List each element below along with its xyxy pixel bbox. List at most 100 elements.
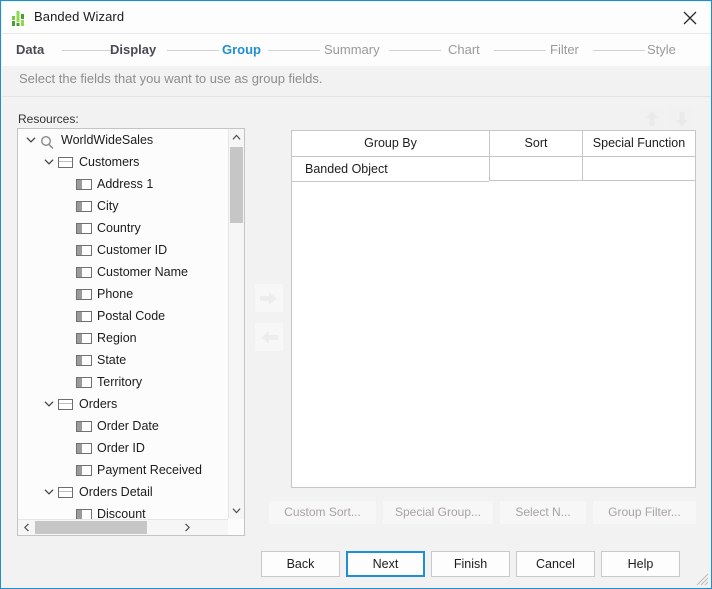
field-icon [76, 179, 92, 190]
tree-item-label: Customer Name [97, 261, 188, 283]
group-by-grid[interactable]: Group By Sort Special Function Banded Ob… [291, 130, 696, 488]
cell-group-by[interactable]: Banded Object [292, 157, 489, 181]
step-group[interactable]: Group [222, 42, 261, 57]
tree-item-country[interactable]: Country [18, 217, 229, 239]
tree-item-region[interactable]: Region [18, 327, 229, 349]
tree-item-label: Order Date [97, 415, 159, 437]
field-icon [76, 289, 92, 300]
step-display[interactable]: Display [110, 42, 156, 57]
next-button[interactable]: Next [346, 551, 425, 577]
column-header-special-function[interactable]: Special Function [582, 131, 695, 156]
tree-item-label: Customers [79, 151, 139, 173]
tree-item-postal-code[interactable]: Postal Code [18, 305, 229, 327]
tree-item-order-id[interactable]: Order ID [18, 437, 229, 459]
tree-item-label: State [97, 349, 126, 371]
back-button[interactable]: Back [261, 551, 340, 577]
chevron-down-icon[interactable] [44, 157, 54, 167]
tree-vertical-scrollbar[interactable] [228, 129, 244, 519]
step-connector [593, 50, 645, 51]
field-icon [76, 509, 92, 519]
tree-item-customer-name[interactable]: Customer Name [18, 261, 229, 283]
window-title: Banded Wizard [34, 9, 124, 24]
special-group-button[interactable]: Special Group... [383, 501, 493, 524]
tree-scroll-thumb[interactable] [230, 147, 243, 223]
step-connector [494, 50, 546, 51]
tree-item-label: Country [97, 217, 141, 239]
chevron-down-icon[interactable] [26, 135, 36, 145]
select-n-button[interactable]: Select N... [500, 501, 586, 524]
arrow-right-icon[interactable] [255, 284, 283, 312]
tree-item-address-1[interactable]: Address 1 [18, 173, 229, 195]
title-bar: Banded Wizard [2, 2, 712, 34]
tree-item-label: Address 1 [97, 173, 153, 195]
custom-sort-button[interactable]: Custom Sort... [269, 501, 376, 524]
resize-grip[interactable] [696, 573, 709, 586]
field-icon [76, 355, 92, 366]
column-header-sort[interactable]: Sort [489, 131, 582, 156]
tree-horizontal-scrollbar[interactable] [18, 519, 229, 535]
resources-tree-panel: WorldWideSalesCustomersAddress 1CityCoun… [17, 128, 245, 536]
step-style[interactable]: Style [647, 42, 676, 57]
field-icon [76, 443, 92, 454]
field-icon [76, 267, 92, 278]
arrow-down-icon[interactable] [670, 107, 694, 131]
step-chart[interactable]: Chart [448, 42, 480, 57]
tree-hscroll-thumb[interactable] [35, 521, 147, 534]
resources-label: Resources: [18, 112, 79, 126]
chevron-down-icon[interactable] [44, 399, 54, 409]
step-connector [268, 50, 320, 51]
arrow-up-icon[interactable] [640, 107, 664, 131]
step-connector [167, 50, 219, 51]
field-icon [76, 245, 92, 256]
cell-special-function[interactable] [582, 157, 695, 181]
instruction-text: Select the fields that you want to use a… [19, 71, 323, 86]
field-icon [76, 465, 92, 476]
tree-item-label: WorldWideSales [61, 129, 153, 151]
column-header-group-by[interactable]: Group By [292, 131, 489, 156]
table-icon [58, 487, 73, 498]
tree-item-label: Discount [97, 503, 146, 519]
tree-item-territory[interactable]: Territory [18, 371, 229, 393]
tree-item-state[interactable]: State [18, 349, 229, 371]
tree-item-order-date[interactable]: Order Date [18, 415, 229, 437]
tree-item-orders-detail[interactable]: Orders Detail [18, 481, 229, 503]
wizard-steps: Data Display Group Summary Chart Filter … [2, 34, 712, 66]
step-data[interactable]: Data [16, 42, 44, 57]
field-icon [76, 201, 92, 212]
finish-button[interactable]: Finish [431, 551, 510, 577]
scroll-right-icon[interactable] [180, 520, 196, 535]
tree-item-orders[interactable]: Orders [18, 393, 229, 415]
tree-item-label: Customer ID [97, 239, 167, 261]
field-icon [76, 421, 92, 432]
tree-item-label: City [97, 195, 119, 217]
tree-item-payment-received[interactable]: Payment Received [18, 459, 229, 481]
chevron-down-icon[interactable] [44, 487, 54, 497]
tree-item-label: Territory [97, 371, 142, 393]
group-filter-button[interactable]: Group Filter... [593, 501, 696, 524]
table-row[interactable]: Banded Object [292, 157, 695, 182]
scroll-down-icon[interactable] [229, 503, 244, 519]
field-icon [76, 333, 92, 344]
tree-item-label: Orders Detail [79, 481, 153, 503]
scroll-left-icon[interactable] [18, 520, 34, 535]
cell-sort[interactable] [489, 157, 582, 181]
help-button[interactable]: Help [601, 551, 680, 577]
tree-item-customers[interactable]: Customers [18, 151, 229, 173]
tree-item-worldwidesales[interactable]: WorldWideSales [18, 129, 229, 151]
arrow-left-icon[interactable] [255, 323, 283, 351]
tree-item-label: Postal Code [97, 305, 165, 327]
close-icon[interactable] [668, 2, 712, 33]
resources-tree[interactable]: WorldWideSalesCustomersAddress 1CityCoun… [18, 129, 229, 519]
scroll-up-icon[interactable] [229, 129, 244, 145]
tree-item-discount[interactable]: Discount [18, 503, 229, 519]
cancel-button[interactable]: Cancel [516, 551, 595, 577]
tree-item-label: Region [97, 327, 137, 349]
tree-item-phone[interactable]: Phone [18, 283, 229, 305]
tree-item-customer-id[interactable]: Customer ID [18, 239, 229, 261]
tree-item-label: Payment Received [97, 459, 202, 481]
tree-item-city[interactable]: City [18, 195, 229, 217]
field-icon [76, 223, 92, 234]
step-filter[interactable]: Filter [550, 42, 579, 57]
step-connector [62, 50, 114, 51]
step-summary[interactable]: Summary [324, 42, 380, 57]
